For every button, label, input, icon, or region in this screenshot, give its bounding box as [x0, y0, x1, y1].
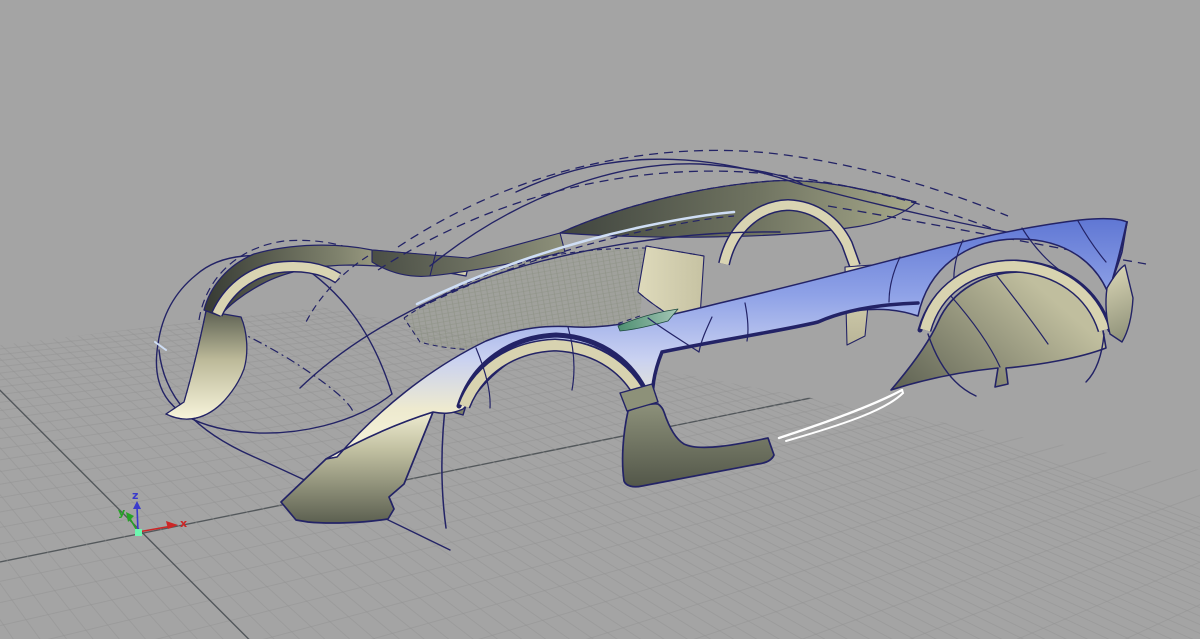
viewport-3d[interactable]: x y z: [0, 0, 1200, 639]
z-axis-arrow: [136, 505, 139, 533]
cad-viewport-window: x y z: [0, 0, 1200, 639]
origin-point: [135, 529, 142, 536]
y-axis-label: y: [118, 506, 125, 519]
z-axis-label: z: [132, 489, 138, 502]
x-axis-label: x: [180, 517, 187, 530]
